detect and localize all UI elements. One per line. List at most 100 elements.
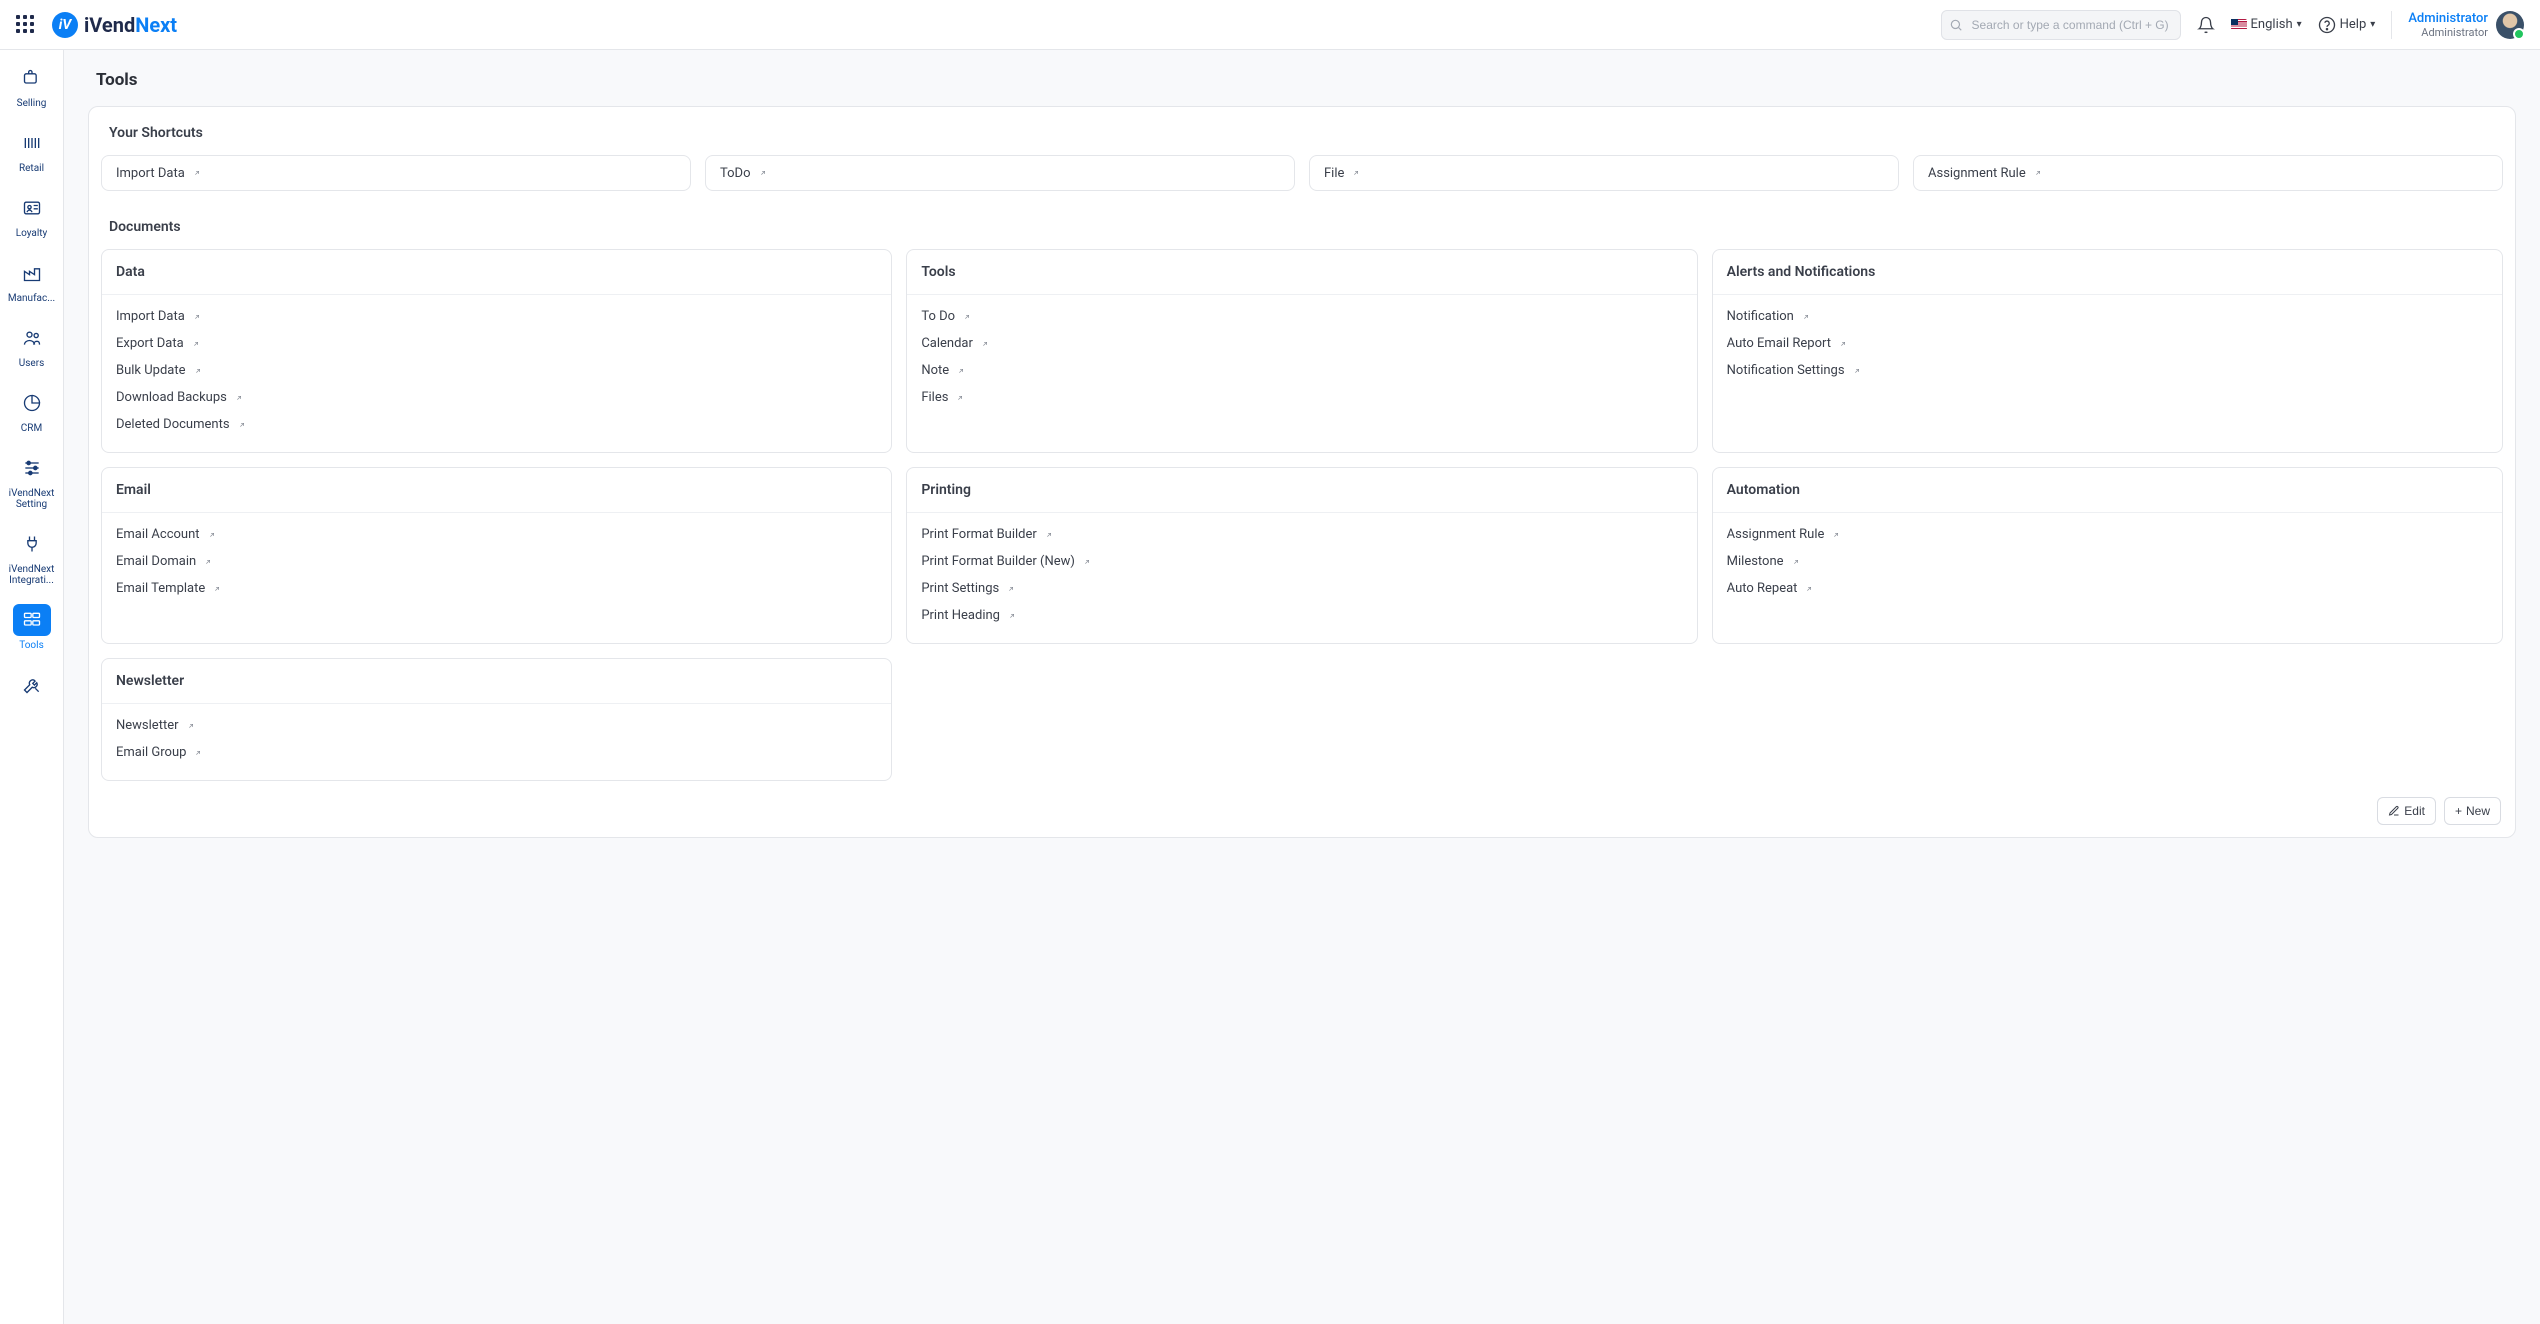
app-launcher-icon[interactable]: [16, 15, 36, 35]
sidebar-item-tools[interactable]: Tools: [4, 602, 60, 653]
doc-link-auto-email-report[interactable]: Auto Email Report: [1727, 330, 2488, 357]
sidebar-item-ivendnext-setting[interactable]: iVendNext Setting: [4, 450, 60, 512]
brand-logo[interactable]: iV iVendNext: [52, 12, 177, 38]
doc-card-title: Tools: [907, 250, 1696, 295]
sidebar-item-label: iVendNext Integrati...: [4, 564, 60, 586]
arrow-out-icon: [235, 394, 243, 402]
doc-link-label: Export Data: [116, 336, 184, 351]
doc-link-label: Notification: [1727, 309, 1794, 324]
doc-link-to-do[interactable]: To Do: [921, 303, 1682, 330]
doc-link-bulk-update[interactable]: Bulk Update: [116, 357, 877, 384]
arrow-out-icon: [213, 585, 221, 593]
sidebar-item-label: Selling: [17, 98, 47, 109]
doc-link-print-format-builder[interactable]: Print Format Builder: [921, 521, 1682, 548]
help-icon: [2318, 16, 2336, 34]
notifications-button[interactable]: [2197, 16, 2215, 34]
page-actions: Edit + New: [2377, 797, 2501, 825]
language-selector[interactable]: English ▾: [2231, 17, 2302, 32]
doc-link-assignment-rule[interactable]: Assignment Rule: [1727, 521, 2488, 548]
doc-link-milestone[interactable]: Milestone: [1727, 548, 2488, 575]
arrow-out-icon: [1045, 531, 1053, 539]
doc-card-body: Assignment Rule Milestone Auto Repeat: [1713, 513, 2502, 616]
chevron-down-icon: ▾: [2297, 19, 2302, 30]
sidebar-item-selling[interactable]: Selling: [4, 60, 60, 111]
shortcut-todo[interactable]: ToDo: [705, 155, 1295, 191]
doc-card-title: Automation: [1713, 468, 2502, 513]
doc-card-automation: Automation Assignment Rule Milestone Auto R…: [1712, 467, 2503, 644]
doc-link-email-group[interactable]: Email Group: [116, 739, 877, 766]
doc-link-label: Calendar: [921, 336, 973, 351]
doc-link-label: Print Settings: [921, 581, 999, 596]
doc-card-alerts-and-notifications: Alerts and NotificationsNotificationAuto…: [1712, 249, 2503, 453]
doc-link-label: Auto Email Report: [1727, 336, 1831, 351]
help-menu[interactable]: Help ▾: [2318, 16, 2376, 34]
user-menu[interactable]: Administrator Administrator: [2391, 11, 2524, 39]
doc-link-export-data[interactable]: Export Data: [116, 330, 877, 357]
documents-title: Documents: [109, 219, 2509, 235]
doc-link-email-domain[interactable]: Email Domain: [116, 548, 877, 575]
sidebar-item-label: Users: [19, 358, 45, 369]
chevron-down-icon: ▾: [2370, 19, 2375, 30]
arrow-out-icon: [1805, 585, 1813, 593]
doc-link-newsletter[interactable]: Newsletter: [116, 712, 877, 739]
doc-link-print-heading[interactable]: Print Heading: [921, 602, 1682, 629]
doc-link-label: Milestone: [1727, 554, 1784, 569]
doc-link-calendar[interactable]: Calendar: [921, 330, 1682, 357]
sidebar-item-crm[interactable]: CRM: [4, 385, 60, 436]
shortcut-file[interactable]: File: [1309, 155, 1899, 191]
doc-link-label: Notification Settings: [1727, 363, 1845, 378]
doc-card-body: Import Data Export Data Bulk Update Downloa…: [102, 295, 891, 452]
doc-link-email-template[interactable]: Email Template: [116, 575, 877, 602]
sidebar-item-wrench[interactable]: [4, 667, 60, 703]
avatar: [2496, 11, 2524, 39]
arrow-out-icon: [1083, 558, 1091, 566]
arrow-out-icon: [963, 313, 971, 321]
doc-link-print-settings[interactable]: Print Settings: [921, 575, 1682, 602]
shortcut-label: Assignment Rule: [1928, 166, 2026, 181]
arrow-out-icon: [1832, 531, 1840, 539]
arrow-out-icon: [192, 340, 200, 348]
doc-link-auto-repeat[interactable]: Auto Repeat: [1727, 575, 2488, 602]
arrow-out-icon: [1853, 367, 1861, 375]
shortcut-assignment-rule[interactable]: Assignment Rule: [1913, 155, 2503, 191]
doc-link-label: Bulk Update: [116, 363, 186, 378]
doc-link-print-format-builder-new-[interactable]: Print Format Builder (New): [921, 548, 1682, 575]
edit-button[interactable]: Edit: [2377, 797, 2436, 825]
doc-link-files[interactable]: Files: [921, 384, 1682, 411]
sidebar-item-retail[interactable]: Retail: [4, 125, 60, 176]
doc-card-newsletter: NewsletterNewsletterEmail Group: [101, 658, 892, 781]
doc-card-body: NewsletterEmail Group: [102, 704, 891, 780]
content-card: Your Shortcuts Import DataToDoFileAssign…: [88, 106, 2516, 838]
sidebar-item-label: Tools: [19, 640, 43, 651]
search-input[interactable]: [1941, 10, 2181, 40]
doc-link-deleted-documents[interactable]: Deleted Documents: [116, 411, 877, 438]
sidebar-item-users[interactable]: Users: [4, 320, 60, 371]
new-button[interactable]: + New: [2444, 797, 2501, 825]
doc-link-import-data[interactable]: Import Data: [116, 303, 877, 330]
page-title: Tools: [96, 70, 2516, 90]
doc-card-title: Newsletter: [102, 659, 891, 704]
doc-link-label: To Do: [921, 309, 955, 324]
doc-card-tools: Tools To Do Calendar NoteFiles: [906, 249, 1697, 453]
sidebar-item-manufac-[interactable]: Manufac...: [4, 255, 60, 306]
shortcut-label: File: [1324, 166, 1344, 181]
sidebar-item-loyalty[interactable]: Loyalty: [4, 190, 60, 241]
shortcut-label: ToDo: [720, 166, 751, 181]
doc-link-label: Import Data: [116, 309, 185, 324]
plus-icon: +: [2455, 804, 2462, 818]
doc-link-notification-settings[interactable]: Notification Settings: [1727, 357, 2488, 384]
shortcuts-row: Import Data ToDo File Assignment Rule: [95, 155, 2509, 191]
sidebar-item-ivendnext-integrati-[interactable]: iVendNext Integrati...: [4, 526, 60, 588]
shortcut-import-data[interactable]: Import Data: [101, 155, 691, 191]
doc-link-notification[interactable]: Notification: [1727, 303, 2488, 330]
sidebar-item-label: Retail: [19, 163, 44, 174]
doc-link-download-backups[interactable]: Download Backups: [116, 384, 877, 411]
doc-link-email-account[interactable]: Email Account: [116, 521, 877, 548]
doc-card-printing: PrintingPrint Format BuilderPrint Format…: [906, 467, 1697, 644]
doc-card-body: Print Format BuilderPrint Format Builder…: [907, 513, 1696, 643]
doc-link-label: Email Template: [116, 581, 205, 596]
arrow-out-icon: [187, 722, 195, 730]
brand-text-2: Next: [135, 13, 177, 37]
doc-link-note[interactable]: Note: [921, 357, 1682, 384]
sidebar: Selling Retail Loyalty Manufac... Users CRM iV…: [0, 50, 64, 1324]
